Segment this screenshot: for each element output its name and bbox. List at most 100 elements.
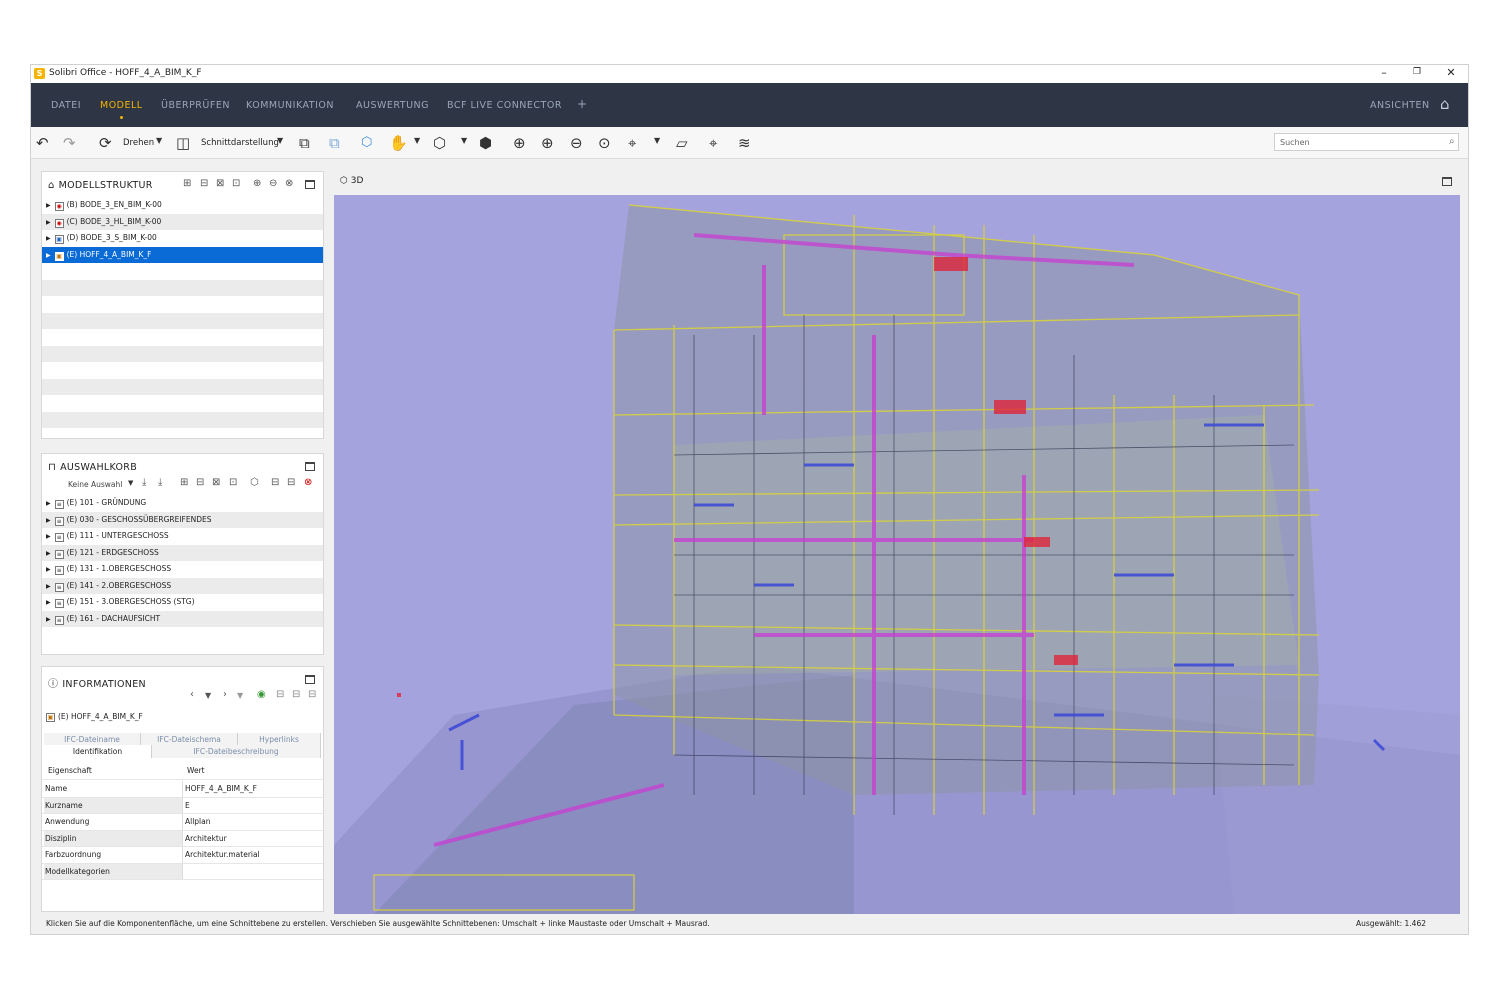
list-item[interactable]: ▶ ≡ (E) 101 - GRÜNDUNG — [42, 495, 323, 512]
search-icon[interactable]: ⌕ — [1449, 136, 1455, 147]
add-to-basket-icon[interactable]: ⤓ — [142, 477, 146, 488]
expand-icon[interactable]: ▶ — [46, 517, 51, 524]
search-input[interactable]: Suchen — [1274, 133, 1459, 151]
list-item[interactable]: ▶ ≡ (E) 141 - 2.OBERGESCHOSS — [42, 577, 323, 594]
restore-button[interactable]: ❐ — [1407, 67, 1427, 77]
tree-row[interactable]: ▶ ◉ (C) BODE_3_HL_BIM_K-00 — [42, 213, 323, 230]
lock-icon[interactable]: ⊟ — [271, 477, 279, 488]
building-wireframe[interactable] — [334, 195, 1460, 914]
rotate-icon[interactable]: ⟳ — [99, 134, 112, 152]
section-dropdown-icon[interactable]: ▼ — [277, 136, 283, 145]
isolate-icon[interactable]: ⬡ — [361, 134, 372, 152]
add-tab-button[interactable]: + — [577, 97, 588, 111]
back-dropdown-icon[interactable]: ▼ — [205, 691, 211, 700]
back-icon[interactable]: ‹ — [190, 689, 194, 700]
menu-datei[interactable]: DATEI — [51, 100, 81, 111]
property-row[interactable]: Farbzuordnung Architektur.material — [42, 847, 323, 864]
clear-basket-icon[interactable]: ⊗ — [304, 477, 312, 488]
menu-auswertung[interactable]: AUSWERTUNG — [356, 100, 429, 111]
section-icon[interactable]: ◫ — [176, 134, 190, 152]
rotate-dropdown-icon[interactable]: ▼ — [156, 136, 162, 145]
zoom-in-icon[interactable]: ⊕ — [541, 134, 554, 152]
hierarchy-icon[interactable]: ⊟ — [200, 178, 208, 189]
expand-icon[interactable]: ▶ — [46, 235, 51, 242]
property-row[interactable]: Modellkategorien — [42, 863, 323, 880]
3d-viewport[interactable] — [334, 195, 1460, 914]
maximize-panel-icon[interactable] — [305, 462, 315, 471]
expand-icon[interactable]: ▶ — [46, 599, 51, 606]
cube-view-icon[interactable]: ⬡ — [433, 134, 446, 152]
expand-icon[interactable]: ▶ — [46, 533, 51, 540]
menu-modell[interactable]: MODELL — [100, 100, 143, 119]
update-model-icon[interactable]: ⊗ — [285, 178, 293, 189]
measure-dropdown-icon[interactable]: ▼ — [654, 136, 660, 145]
maximize-panel-icon[interactable] — [305, 675, 315, 684]
walk-dropdown-icon[interactable]: ▼ — [414, 136, 420, 145]
zoom-out-icon[interactable]: ⊖ — [570, 134, 583, 152]
info-export-icon[interactable]: ⊟ — [308, 689, 316, 700]
expand-icon[interactable]: ▶ — [46, 616, 51, 623]
property-row[interactable]: Name HOFF_4_A_BIM_K_F — [42, 781, 323, 798]
info-lock-icon[interactable]: ⊟ — [276, 689, 284, 700]
replace-basket-icon[interactable]: ⤓ — [158, 477, 162, 488]
menu-ueberpruefen[interactable]: ÜBERPRÜFEN — [161, 100, 230, 111]
close-button[interactable]: ✕ — [1441, 66, 1461, 79]
expand-icon[interactable]: ▶ — [46, 202, 51, 209]
list-item[interactable]: ▶ ≡ (E) 151 - 3.OBERGESCHOSS (STG) — [42, 594, 323, 611]
list-item[interactable]: ▶ ≡ (E) 030 - GESCHOSSÜBERGREIFENDES — [42, 511, 323, 528]
group-icon[interactable]: ⊠ — [212, 477, 220, 488]
list-item[interactable]: ▶ ≡ (E) 111 - UNTERGESCHOSS — [42, 528, 323, 545]
tab-ifc-dateibeschreibung[interactable]: IFC-Dateibeschreibung — [152, 745, 321, 758]
walk-icon[interactable]: ✋ — [389, 134, 408, 152]
views-home-icon[interactable]: ⌂ — [1440, 95, 1450, 113]
tree-view-icon[interactable]: ⊞ — [180, 477, 188, 488]
cube-icon[interactable]: ⬡ — [250, 477, 259, 488]
property-row[interactable]: Kurzname E — [42, 797, 323, 814]
group-icon[interactable]: ⊠ — [216, 178, 224, 189]
info-mode-icon[interactable]: ◉ — [257, 689, 266, 700]
expand-icon[interactable]: ▶ — [46, 566, 51, 573]
selection-dropdown[interactable]: Keine Auswahl — [68, 480, 122, 489]
transparency-icon[interactable]: ⧉ — [329, 134, 340, 152]
undo-icon[interactable]: ↶ — [36, 134, 49, 152]
maximize-panel-icon[interactable] — [305, 180, 315, 189]
minimize-button[interactable]: – — [1374, 66, 1394, 79]
tab-identifikation[interactable]: Identifikation — [44, 745, 152, 758]
property-row[interactable]: Anwendung Allplan — [42, 814, 323, 831]
tree-row[interactable]: ▶ ◉ (B) BODE_3_EN_BIM_K-00 — [42, 197, 323, 214]
zoom-fit-icon[interactable]: ⊕ — [513, 134, 526, 152]
list-item[interactable]: ▶ ≡ (E) 131 - 1.OBERGESCHOSS — [42, 561, 323, 578]
filter-icon[interactable]: ⊡ — [232, 178, 240, 189]
show-all-icon[interactable]: ⧉ — [299, 134, 310, 152]
tree-view-icon[interactable]: ⊞ — [183, 178, 191, 189]
menu-bcf-live-connector[interactable]: BCF LIVE CONNECTOR — [447, 100, 562, 111]
list-item[interactable]: ▶ ≡ (E) 121 - ERDGESCHOSS — [42, 544, 323, 561]
redo-icon[interactable]: ↷ — [63, 134, 76, 152]
maximize-viewport-icon[interactable] — [1442, 177, 1452, 186]
expand-icon[interactable]: ▶ — [46, 550, 51, 557]
cube-dropdown-icon[interactable]: ▼ — [461, 136, 467, 145]
zoom-selected-icon[interactable]: ⊙ — [598, 134, 611, 152]
forward-dropdown-icon[interactable]: ▼ — [237, 691, 243, 700]
rotate-label[interactable]: Drehen — [123, 138, 154, 148]
layers-icon[interactable]: ≋ — [738, 134, 751, 152]
remove-model-icon[interactable]: ⊖ — [269, 178, 277, 189]
forward-icon[interactable]: › — [223, 689, 227, 700]
unlock-icon[interactable]: ⊟ — [287, 477, 295, 488]
selection-dropdown-icon[interactable]: ▼ — [128, 479, 133, 487]
expand-icon[interactable]: ▶ — [46, 252, 51, 259]
filter-icon[interactable]: ⊡ — [229, 477, 237, 488]
tree-row-selected[interactable]: ▶ ▣ (E) HOFF_4_A_BIM_K_F — [42, 246, 323, 263]
expand-icon[interactable]: ▶ — [46, 219, 51, 226]
property-row[interactable]: Disziplin Architektur — [42, 830, 323, 847]
section-label[interactable]: Schnittdarstellung — [201, 138, 279, 148]
add-model-icon[interactable]: ⊕ — [253, 178, 261, 189]
perspective-icon[interactable]: ⬢ — [479, 134, 492, 152]
map-icon[interactable]: ⌖ — [709, 134, 717, 152]
expand-icon[interactable]: ▶ — [46, 583, 51, 590]
menu-kommunikation[interactable]: KOMMUNIKATION — [246, 100, 334, 111]
info-copy-icon[interactable]: ⊟ — [292, 689, 300, 700]
tree-row[interactable]: ▶ ▣ (D) BODE_3_S_BIM_K-00 — [42, 230, 323, 247]
floor-plan-icon[interactable]: ▱ — [676, 134, 688, 152]
hierarchy-icon[interactable]: ⊟ — [196, 477, 204, 488]
